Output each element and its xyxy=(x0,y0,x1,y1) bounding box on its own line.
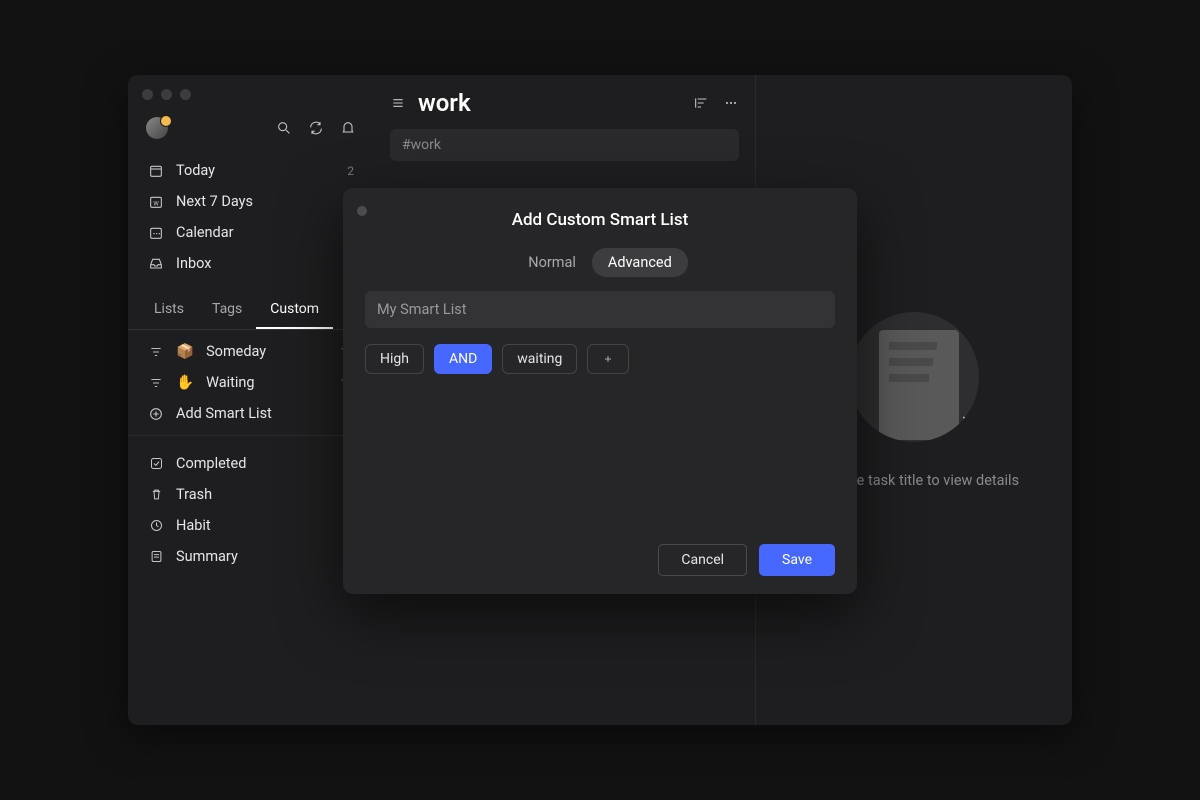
smart-list-modal: Add Custom Smart List Normal Advanced Hi… xyxy=(343,188,857,594)
nav-label: Calendar xyxy=(176,224,234,241)
mode-segmented: Normal Advanced xyxy=(365,248,835,277)
nav-today[interactable]: Today 2 xyxy=(128,155,374,186)
menu-icon[interactable] xyxy=(390,95,406,111)
list-name-input[interactable] xyxy=(365,291,835,328)
bell-icon[interactable] xyxy=(340,120,356,136)
chip-and[interactable]: AND xyxy=(434,344,492,374)
traffic-close[interactable] xyxy=(142,89,153,100)
nav-label: Today xyxy=(176,162,215,179)
modal-title: Add Custom Smart List xyxy=(365,206,835,230)
traffic-min[interactable] xyxy=(161,89,172,100)
emoji-icon: 📦 xyxy=(176,343,194,360)
calendar-icon xyxy=(148,225,164,241)
cancel-button[interactable]: Cancel xyxy=(658,544,747,576)
add-label: Add Smart List xyxy=(176,405,272,422)
nav-label: Trash xyxy=(176,486,212,503)
traffic-max[interactable] xyxy=(180,89,191,100)
habit-icon xyxy=(148,518,164,534)
sort-icon[interactable] xyxy=(693,95,709,111)
search-icon[interactable] xyxy=(276,120,292,136)
summary-icon xyxy=(148,549,164,565)
chip-high[interactable]: High xyxy=(365,344,424,374)
filter-chip[interactable]: #work xyxy=(390,129,739,161)
today-icon xyxy=(148,163,164,179)
check-icon xyxy=(148,456,164,472)
custom-item-someday[interactable]: 📦 Someday 13 xyxy=(128,336,374,367)
list-header: work xyxy=(374,75,755,125)
add-smart-list[interactable]: Add Smart List xyxy=(128,398,374,429)
nav-trash[interactable]: Trash xyxy=(128,479,374,510)
avatar[interactable] xyxy=(146,117,168,139)
list-label: Someday xyxy=(206,343,266,360)
tab-tags[interactable]: Tags xyxy=(198,293,256,329)
nav-habit[interactable]: Habit xyxy=(128,510,374,541)
save-button[interactable]: Save xyxy=(759,544,835,576)
bottom-nav: Completed Trash Habit Summary xyxy=(128,442,374,578)
nav-completed[interactable]: Completed xyxy=(128,448,374,479)
nav-count: 2 xyxy=(347,164,354,178)
plus-icon xyxy=(602,351,614,367)
inbox-icon xyxy=(148,256,164,272)
modal-footer: Cancel Save xyxy=(365,544,835,576)
emoji-icon: ✋ xyxy=(176,374,194,391)
plus-circle-icon xyxy=(148,406,164,422)
svg-text:W: W xyxy=(153,200,159,207)
rule-chips: High AND waiting xyxy=(365,344,835,374)
chip-add[interactable] xyxy=(587,344,629,374)
sync-icon[interactable] xyxy=(308,120,324,136)
primary-nav: Today 2 W Next 7 Days Calendar Inbox xyxy=(128,149,374,285)
chip-waiting[interactable]: waiting xyxy=(502,344,577,374)
nav-label: Next 7 Days xyxy=(176,193,253,210)
nav-label: Habit xyxy=(176,517,211,534)
seg-normal[interactable]: Normal xyxy=(512,248,592,277)
seg-advanced[interactable]: Advanced xyxy=(592,248,688,277)
more-icon[interactable] xyxy=(723,95,739,111)
filter-icon xyxy=(148,344,164,360)
list-label: Waiting xyxy=(206,374,254,391)
sidebar-tabs: Lists Tags Custom xyxy=(128,293,374,330)
modal-close-dot[interactable] xyxy=(357,206,367,216)
profile-row xyxy=(128,113,374,149)
tab-custom[interactable]: Custom xyxy=(256,293,333,329)
page-title: work xyxy=(418,89,471,117)
nav-calendar[interactable]: Calendar xyxy=(128,217,374,248)
sidebar: Today 2 W Next 7 Days Calendar Inbox Lis… xyxy=(128,75,374,725)
week-icon: W xyxy=(148,194,164,210)
tab-lists[interactable]: Lists xyxy=(140,293,198,329)
empty-illustration xyxy=(849,312,979,442)
filter-icon xyxy=(148,375,164,391)
window-traffic-lights xyxy=(142,89,191,100)
nav-next7[interactable]: W Next 7 Days xyxy=(128,186,374,217)
nav-inbox[interactable]: Inbox xyxy=(128,248,374,279)
trash-icon xyxy=(148,487,164,503)
nav-summary[interactable]: Summary xyxy=(128,541,374,572)
nav-label: Completed xyxy=(176,455,246,472)
custom-item-waiting[interactable]: ✋ Waiting 10 xyxy=(128,367,374,398)
custom-lists: 📦 Someday 13 ✋ Waiting 10 Add Smart List xyxy=(128,330,374,436)
nav-label: Summary xyxy=(176,548,238,565)
nav-label: Inbox xyxy=(176,255,211,272)
